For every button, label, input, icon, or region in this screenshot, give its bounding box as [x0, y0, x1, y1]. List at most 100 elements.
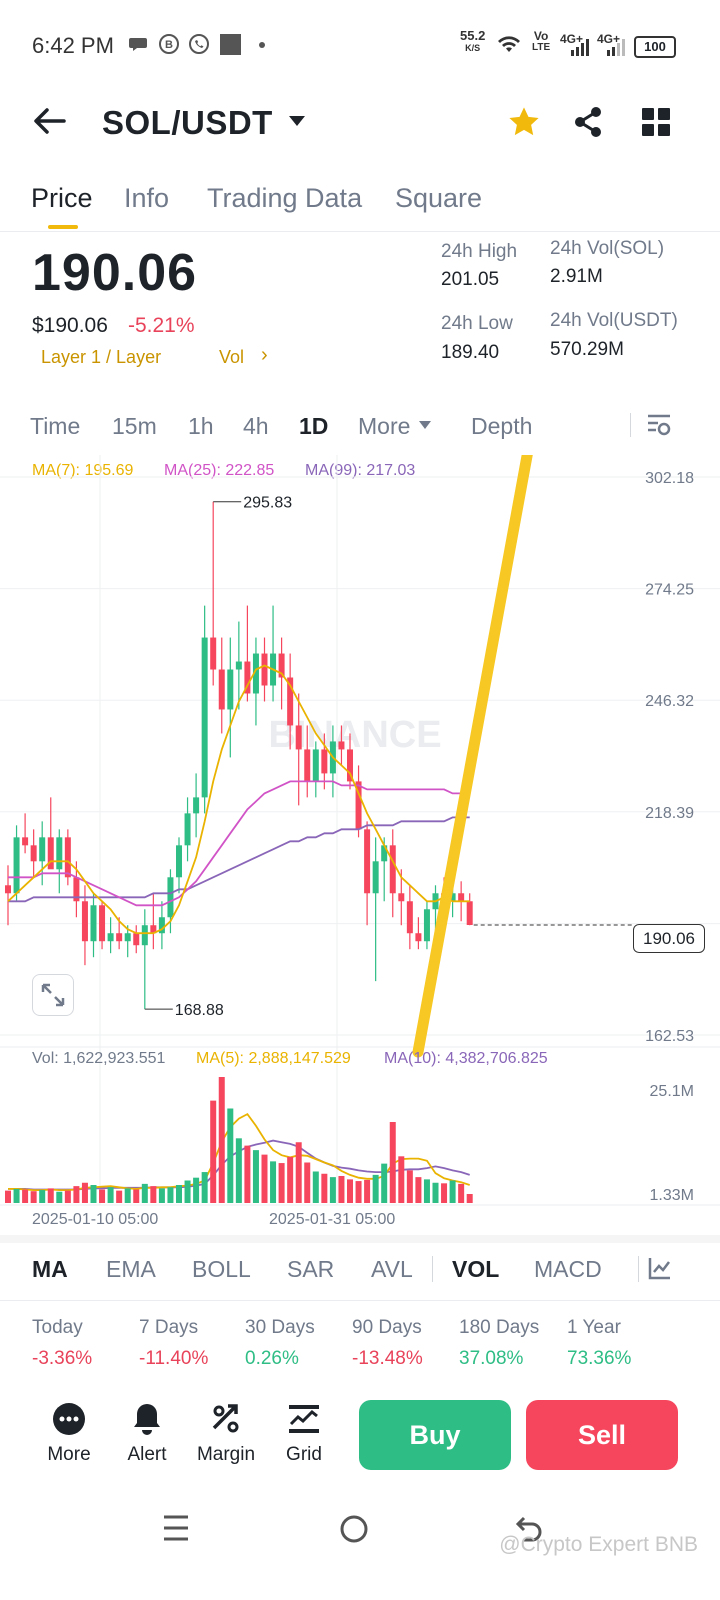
home-icon[interactable] [339, 1514, 369, 1544]
margin-action[interactable]: Margin [186, 1400, 266, 1472]
perf-30d-value: 0.26% [245, 1348, 299, 1369]
volume-bar [227, 1108, 234, 1203]
grid-label: Grid [286, 1444, 322, 1465]
expand-icon [41, 983, 65, 1007]
tab-info[interactable]: Info [124, 183, 169, 214]
whatsapp-icon [189, 34, 209, 54]
grid-action[interactable]: Grid [264, 1400, 344, 1472]
volume-bar [107, 1187, 114, 1203]
recents-icon[interactable] [162, 1513, 190, 1543]
volume-bar [22, 1189, 29, 1203]
indicator-macd[interactable]: MACD [534, 1256, 602, 1283]
divider [432, 1256, 433, 1282]
candle-body [193, 797, 200, 814]
wifi-icon [498, 36, 520, 52]
more-action[interactable]: More [29, 1400, 109, 1472]
candle-body [64, 837, 71, 878]
caret-down-icon[interactable] [288, 115, 306, 127]
candle-body [406, 901, 413, 934]
volume-bar [158, 1188, 165, 1203]
percent-icon [212, 1404, 239, 1433]
volume-bar [210, 1100, 217, 1203]
interval-more[interactable]: More [358, 413, 410, 440]
volume-axis-bottom: 1.33M [650, 1187, 694, 1204]
last-price: 190.06 [32, 244, 198, 302]
interval-15m[interactable]: 15m [112, 413, 157, 440]
chat-icon [129, 38, 147, 51]
date-label-2: 2025-01-31 05:00 [269, 1211, 396, 1228]
vol-base-value: 2.91M [550, 266, 603, 287]
indicator-boll[interactable]: BOLL [192, 1256, 251, 1283]
fullscreen-button[interactable] [32, 974, 74, 1016]
volume-bar [73, 1186, 80, 1203]
alert-label: Alert [127, 1444, 167, 1465]
gallery-icon [220, 34, 241, 55]
perf-today-label: Today [32, 1317, 83, 1338]
category-tag[interactable]: Layer 1 / Layer [41, 347, 161, 368]
divider [0, 1300, 720, 1301]
buy-button[interactable]: Buy [359, 1400, 511, 1470]
candle-body [389, 845, 396, 894]
divider [638, 1256, 639, 1282]
tab-square[interactable]: Square [395, 183, 482, 214]
volume-bar [295, 1142, 302, 1203]
interval-1h[interactable]: 1h [188, 413, 214, 440]
volte-top: Vo [533, 29, 549, 43]
perf-30d-label: 30 Days [245, 1317, 315, 1338]
volume-bar [261, 1154, 268, 1203]
interval-depth[interactable]: Depth [471, 413, 532, 440]
back-arrow-icon[interactable] [32, 106, 66, 136]
volume-bar [244, 1145, 251, 1203]
alert-action[interactable]: Alert [107, 1400, 187, 1472]
more-caret-icon[interactable] [418, 420, 432, 430]
price-axis-label: 162.53 [645, 1028, 694, 1045]
interval-4h[interactable]: 4h [243, 413, 269, 440]
low-value: 189.40 [441, 342, 500, 363]
volume-bar [167, 1187, 174, 1203]
chart-settings-icon[interactable] [646, 412, 672, 438]
candle-body [22, 837, 29, 846]
sell-button[interactable]: Sell [526, 1400, 678, 1470]
candle-body [235, 661, 242, 670]
candle-body [312, 749, 319, 782]
volume-ma10-legend: MA(10): 4,382,706.825 [384, 1050, 548, 1067]
candle-body [338, 741, 345, 750]
high-label: 24h High [441, 241, 518, 262]
candle-body [90, 905, 97, 942]
pair-title[interactable]: SOL/USDT [102, 104, 273, 142]
tab-trading-data[interactable]: Trading Data [207, 183, 362, 214]
indicator-sar[interactable]: SAR [287, 1256, 334, 1283]
more-label: More [47, 1444, 91, 1465]
network-speed-value: 55.2 [460, 28, 486, 43]
indicator-ma[interactable]: MA [32, 1256, 68, 1283]
interval-time[interactable]: Time [30, 413, 80, 440]
candle-body [30, 845, 37, 862]
indicator-settings-icon[interactable] [648, 1256, 672, 1280]
candle-body [201, 637, 208, 798]
interval-1d[interactable]: 1D [299, 413, 328, 440]
volume-bar [423, 1179, 430, 1203]
indicator-vol[interactable]: VOL [452, 1256, 499, 1283]
vol-tag[interactable]: Vol [219, 347, 244, 368]
candle-body [210, 637, 217, 670]
chevron-right-icon[interactable]: › [261, 344, 268, 367]
volume-bar [81, 1182, 88, 1203]
candle-body [56, 837, 63, 870]
signal-icon-1 [571, 39, 589, 56]
indicator-avl[interactable]: AVL [371, 1256, 413, 1283]
volume-bar [270, 1161, 277, 1203]
chart-watermark: BINANCE [268, 714, 441, 756]
svg-text:B: B [165, 39, 173, 51]
volume-bar [193, 1177, 200, 1203]
volume-bar [13, 1188, 20, 1203]
grid-menu-icon[interactable] [642, 108, 670, 136]
star-icon[interactable] [507, 106, 541, 138]
volume-bar [287, 1156, 294, 1203]
candle-body [176, 845, 182, 878]
tab-price[interactable]: Price [31, 183, 93, 214]
share-icon[interactable] [572, 106, 604, 138]
price-chart[interactable]: BINANCE 302.18 274.25 246.32 218.39 162.53 29… [0, 455, 720, 1230]
indicator-ema[interactable]: EMA [106, 1256, 156, 1283]
volume-bar [278, 1163, 285, 1203]
candle-body [415, 933, 422, 942]
